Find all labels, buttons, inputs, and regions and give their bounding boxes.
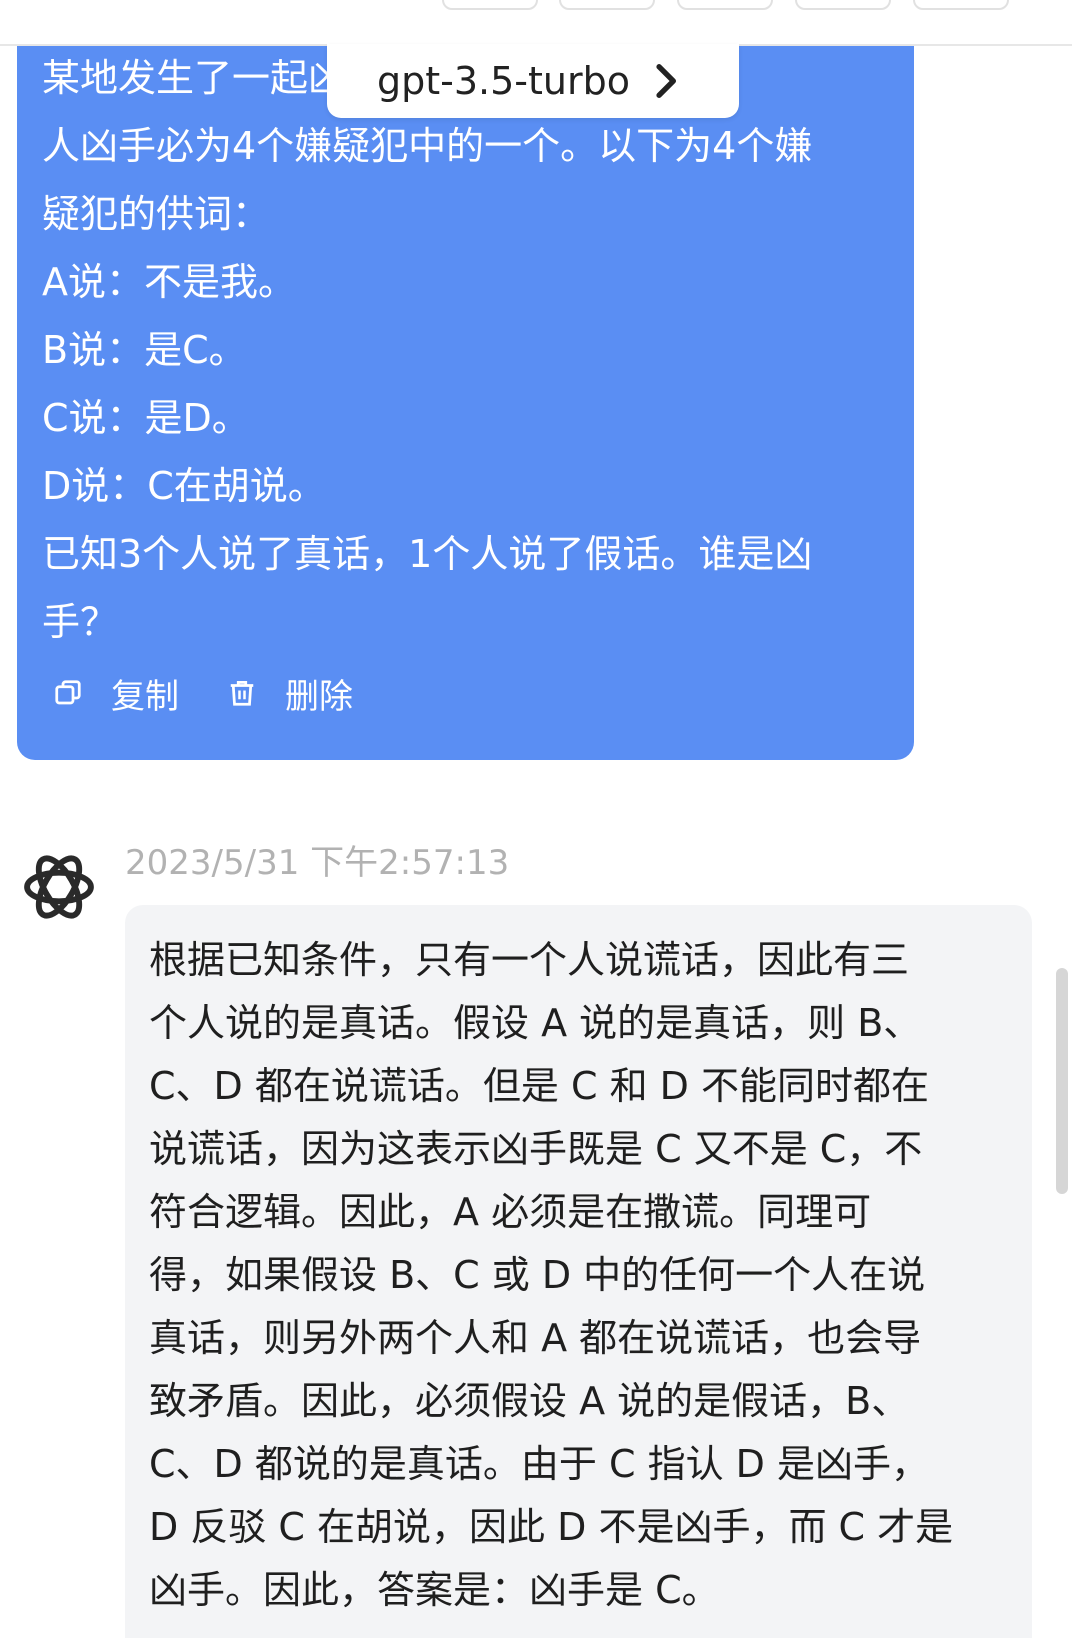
toolbar-button[interactable]: [677, 0, 773, 10]
toolbar-button[interactable]: [913, 0, 1009, 10]
toolbar-button[interactable]: [559, 0, 655, 10]
trash-icon: [230, 681, 254, 706]
assistant-message-text: 根据已知条件，只有一个人说谎话，因此有三 个人说的是真话。假设 A 说的是真话，…: [149, 929, 1019, 1622]
chevron-right-icon: [656, 64, 677, 98]
message-line: 真话，则另外两个人和 A 都在说谎话，也会导: [149, 1316, 922, 1360]
message-line: 符合逻辑。因此，A 必须是在撒谎。同理可: [149, 1190, 872, 1234]
model-name: gpt-3.5-turbo: [377, 59, 630, 103]
copy-button[interactable]: 复制: [53, 669, 179, 718]
message-line: A说：不是我。: [42, 260, 296, 304]
message-line: 手？: [42, 600, 119, 644]
delete-label: 删除: [285, 676, 353, 717]
message-line: 根据已知条件，只有一个人说谎话，因此有三: [149, 938, 910, 982]
message-line: 疑犯的供词：: [42, 192, 271, 236]
message-line: 致矛盾。因此，必须假设 A 说的是假话，B、: [149, 1379, 910, 1423]
user-message-bubble: 某地发生了一起凶杀案，经过侦查确定杀 人凶手必为4个嫌疑犯中的一个。以下为4个嫌…: [17, 20, 914, 760]
copy-icon: [55, 680, 81, 705]
message-line: 个人说的是真话。假设 A 说的是真话，则 B、: [149, 1001, 922, 1045]
toolbar-button[interactable]: [442, 0, 538, 10]
openai-logo-icon: [24, 855, 94, 919]
message-timestamp: 2023/5/31 下午2:57:13: [125, 843, 510, 883]
top-toolbar: [0, 0, 1072, 46]
message-line: 说谎话，因为这表示凶手既是 C 又不是 C，不: [149, 1127, 923, 1171]
message-actions: 复制 删除: [53, 668, 401, 718]
message-line: C说：是D。: [42, 396, 250, 440]
toolbar-button[interactable]: [795, 0, 891, 10]
message-line: 人凶手必为4个嫌疑犯中的一个。以下为4个嫌: [42, 124, 813, 168]
message-line: 凶手。因此，答案是：凶手是 C。: [149, 1568, 720, 1612]
message-line: B说：是C。: [42, 328, 247, 372]
delete-button[interactable]: 删除: [227, 669, 353, 718]
assistant-message-bubble: 根据已知条件，只有一个人说谎话，因此有三 个人说的是真话。假设 A 说的是真话，…: [125, 905, 1032, 1638]
copy-label: 复制: [111, 676, 179, 717]
scrollbar-thumb[interactable]: [1056, 968, 1068, 1194]
message-line: D说：C在胡说。: [42, 464, 326, 508]
message-line: D 反驳 C 在胡说，因此 D 不是凶手，而 C 才是: [149, 1505, 954, 1549]
message-line: C、D 都说的是真话。由于 C 指认 D 是凶手，: [149, 1442, 929, 1486]
message-line: 已知3个人说了真话，1个人说了假话。谁是凶: [42, 532, 813, 576]
user-message-text: 某地发生了一起凶杀案，经过侦查确定杀 人凶手必为4个嫌疑犯中的一个。以下为4个嫌…: [42, 44, 902, 656]
message-line: 得，如果假设 B、C 或 D 中的任何一个人在说: [149, 1253, 926, 1297]
model-selector[interactable]: gpt-3.5-turbo: [327, 44, 739, 118]
message-line: C、D 都在说谎话。但是 C 和 D 不能同时都在: [149, 1064, 929, 1108]
